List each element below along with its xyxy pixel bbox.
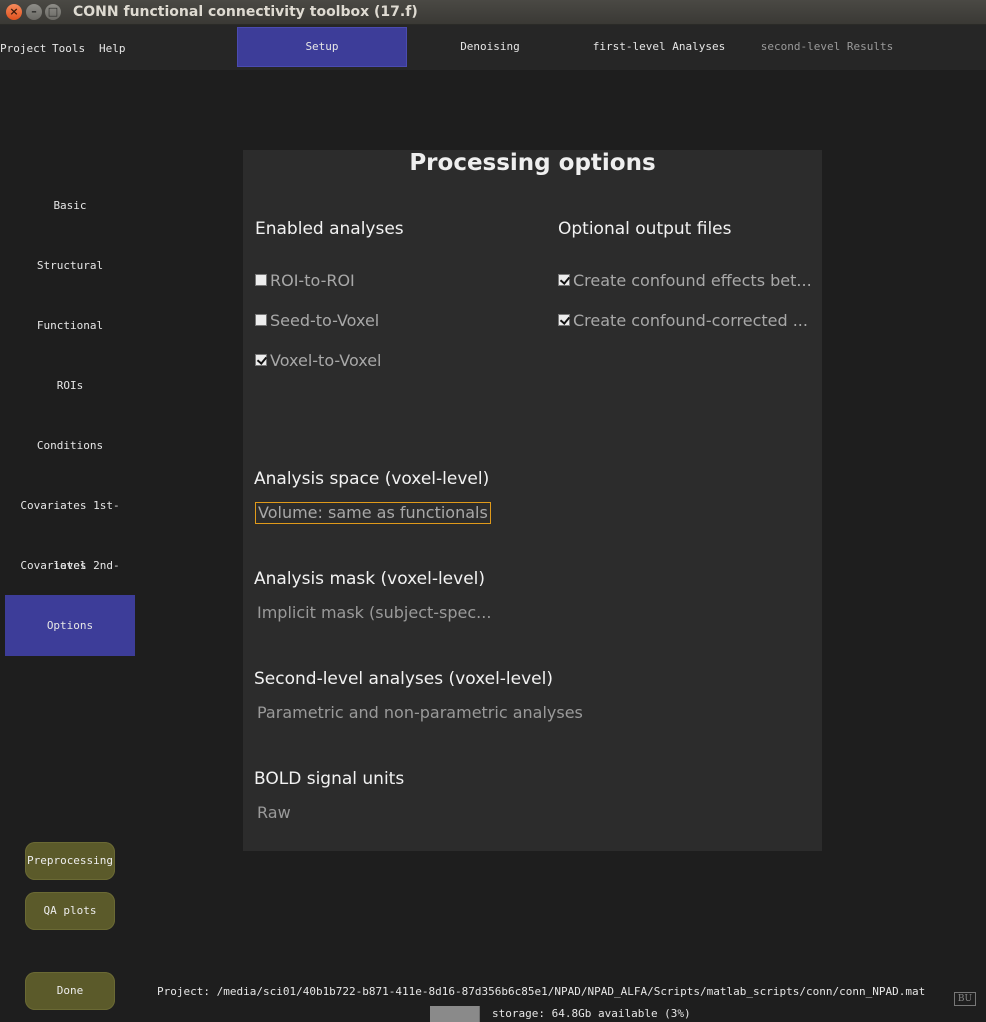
checkbox-label: Seed-to-Voxel: [270, 310, 380, 330]
optional-output-files-heading: Optional output files: [558, 219, 732, 239]
tab-setup[interactable]: Setup: [237, 27, 407, 67]
tab-denoising[interactable]: Denoising: [405, 27, 575, 67]
bu-logo: BU: [954, 992, 976, 1006]
checkbox-label: ROI-to-ROI: [270, 270, 355, 290]
checkbox-create-confound-effects[interactable]: Create confound effects bet...: [558, 270, 812, 290]
analysis-space-select[interactable]: Volume: same as functionals: [255, 502, 491, 524]
checkbox-checked-icon[interactable]: [558, 314, 570, 326]
sidebar-item-options[interactable]: Options: [5, 595, 135, 656]
tab-first-level-analyses[interactable]: first-level Analyses: [574, 27, 744, 67]
storage-text: storage: 64.8Gb available (3%): [492, 1007, 691, 1020]
analysis-mask-heading: Analysis mask (voxel-level): [254, 569, 486, 589]
checkbox-label: Create confound effects bet...: [573, 270, 812, 290]
title-bar: × – □ CONN functional connectivity toolb…: [0, 0, 986, 25]
analysis-mask-select[interactable]: Implicit mask (subject-spec...: [257, 603, 491, 622]
preprocessing-button[interactable]: Preprocessing: [25, 842, 115, 880]
checkbox-label: Create confound-corrected ...: [573, 310, 808, 330]
checkbox-unchecked-icon[interactable]: [255, 314, 267, 326]
processing-options-panel: [243, 150, 822, 851]
bold-signal-units-heading: BOLD signal units: [254, 769, 405, 789]
second-level-analyses-select[interactable]: Parametric and non-parametric analyses: [257, 703, 583, 722]
sidebar-item-covariates-2nd-level[interactable]: Covariates 2nd-level: [5, 536, 135, 632]
menu-help[interactable]: Help: [99, 42, 126, 55]
analysis-space-heading: Analysis space (voxel-level): [254, 469, 490, 489]
sidebar-item-functional[interactable]: Functional: [5, 296, 135, 356]
sidebar-item-covariates-1st-level[interactable]: Covariates 1st-level: [5, 476, 135, 572]
window-minimize-button[interactable]: –: [26, 4, 42, 20]
checkbox-checked-icon[interactable]: [255, 354, 267, 366]
tab-second-level-results[interactable]: second-level Results: [742, 27, 912, 67]
window-maximize-button[interactable]: □: [45, 4, 61, 20]
second-level-analyses-heading: Second-level analyses (voxel-level): [254, 669, 553, 689]
panel-title: Processing options: [409, 150, 656, 176]
sidebar-item-conditions[interactable]: Conditions: [5, 416, 135, 476]
bold-signal-units-select[interactable]: Raw: [257, 803, 291, 822]
checkbox-unchecked-icon[interactable]: [255, 274, 267, 286]
sidebar-item-structural[interactable]: Structural: [5, 236, 135, 296]
checkbox-voxel-to-voxel[interactable]: Voxel-to-Voxel: [255, 350, 382, 370]
storage-bar-fill: [430, 1006, 479, 1022]
menu-tools[interactable]: Tools: [52, 42, 85, 55]
sidebar-item-rois[interactable]: ROIs: [5, 356, 135, 416]
checkbox-create-confound-corrected[interactable]: Create confound-corrected ...: [558, 310, 808, 330]
project-path: Project: /media/sci01/40b1b722-b871-411e…: [157, 985, 926, 998]
checkbox-seed-to-voxel[interactable]: Seed-to-Voxel: [255, 310, 379, 330]
window-close-button[interactable]: ×: [6, 4, 22, 20]
sidebar-item-basic[interactable]: Basic: [5, 176, 135, 236]
checkbox-checked-icon[interactable]: [558, 274, 570, 286]
menu-bar: Project Tools Help Setup Denoising first…: [0, 25, 986, 70]
qa-plots-button[interactable]: QA plots: [25, 892, 115, 930]
enabled-analyses-heading: Enabled analyses: [255, 219, 404, 239]
window-title: CONN functional connectivity toolbox (17…: [73, 4, 418, 20]
done-button[interactable]: Done: [25, 972, 115, 1010]
menu-project[interactable]: Project: [0, 42, 46, 55]
storage-bar: [430, 1006, 480, 1022]
checkbox-label: Voxel-to-Voxel: [270, 350, 382, 370]
checkbox-roi-to-roi[interactable]: ROI-to-ROI: [255, 270, 355, 290]
